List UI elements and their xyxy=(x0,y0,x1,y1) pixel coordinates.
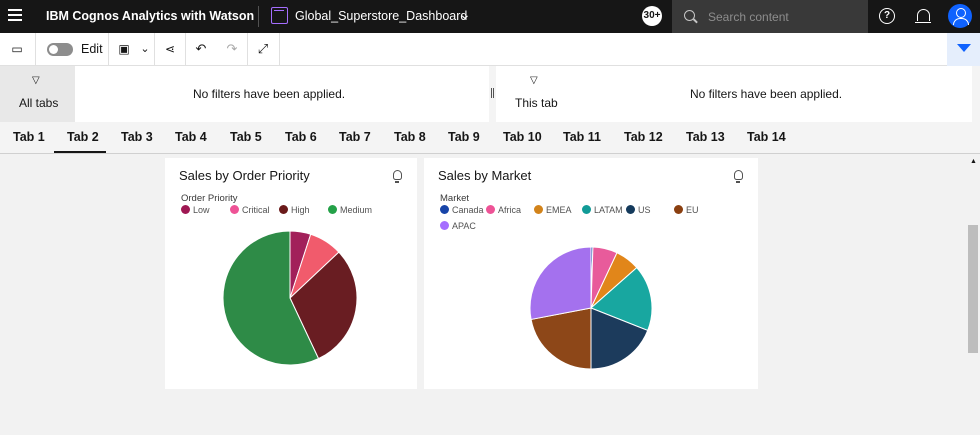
toolbar-divider xyxy=(154,33,155,66)
scroll-thumb[interactable] xyxy=(968,225,978,353)
edit-label: Edit xyxy=(81,42,103,56)
dashboard-toolbar: ▭ Edit ▣ ⌄ ⋖ ↶ ↷ ⤢ xyxy=(0,33,980,66)
all-tabs-filter-area[interactable]: No filters have been applied. xyxy=(75,66,489,122)
chevron-down-icon[interactable]: ⌄ xyxy=(459,6,471,23)
pie-slice-apac[interactable] xyxy=(529,246,592,321)
menu-icon[interactable] xyxy=(8,9,22,23)
pie-chart xyxy=(222,230,358,366)
bell-icon[interactable] xyxy=(915,9,931,23)
share-icon[interactable]: ⋖ xyxy=(162,41,178,57)
no-filters-message: No filters have been applied. xyxy=(690,87,843,101)
pie-chart xyxy=(529,246,653,370)
tab-11[interactable]: Tab 11 xyxy=(563,130,601,144)
tab-9[interactable]: Tab 9 xyxy=(448,130,480,144)
top-header: IBM Cognos Analytics with Watson Global_… xyxy=(0,0,980,33)
header-divider xyxy=(258,6,259,27)
filter-icon xyxy=(530,75,539,87)
toolbar-divider xyxy=(108,33,109,66)
no-filters-message: No filters have been applied. xyxy=(193,87,346,101)
save-icon[interactable]: ▣ xyxy=(116,41,132,57)
tab-14[interactable]: Tab 14 xyxy=(747,130,786,144)
tab-5[interactable]: Tab 5 xyxy=(230,130,262,144)
user-avatar[interactable] xyxy=(948,4,972,28)
tab-1[interactable]: Tab 1 xyxy=(13,130,45,144)
widget-sales-by-market[interactable]: Sales by Market Market Canada Africa EMEA L… xyxy=(424,158,758,389)
all-tabs-label: All tabs xyxy=(19,96,59,110)
filter-toggle-button[interactable] xyxy=(947,33,980,66)
app-title: IBM Cognos Analytics with Watson xyxy=(46,9,255,23)
scroll-up-icon[interactable]: ▲ xyxy=(970,158,977,165)
search-input[interactable] xyxy=(708,8,858,26)
vertical-scrollbar[interactable]: ▲ xyxy=(966,155,980,435)
tab-8[interactable]: Tab 8 xyxy=(394,130,426,144)
tab-12[interactable]: Tab 12 xyxy=(624,130,663,144)
help-icon[interactable]: ? xyxy=(879,8,895,24)
dashboard-canvas: Sales by Order Priority Order Priority L… xyxy=(0,155,966,435)
filter-icon xyxy=(957,44,971,52)
filter-icon xyxy=(32,75,41,87)
this-tab-filter-area[interactable]: This tab No filters have been applied. xyxy=(496,66,972,122)
filter-dock: All tabs No filters have been applied. T… xyxy=(0,66,980,122)
widget-sales-by-order-priority[interactable]: Sales by Order Priority Order Priority L… xyxy=(165,158,417,389)
tab-4[interactable]: Tab 4 xyxy=(175,130,207,144)
comment-icon[interactable]: ▭ xyxy=(9,41,25,57)
toolbar-divider xyxy=(35,33,36,66)
chevron-down-icon[interactable]: ⌄ xyxy=(137,41,153,57)
search-icon xyxy=(684,10,695,21)
edit-toggle[interactable] xyxy=(47,43,73,56)
undo-icon[interactable]: ↶ xyxy=(193,41,209,57)
active-tab-indicator xyxy=(54,151,106,153)
search-box[interactable] xyxy=(672,0,868,33)
notification-count-badge[interactable]: 30+ xyxy=(642,6,662,26)
tab-10[interactable]: Tab 10 xyxy=(503,130,542,144)
tab-13[interactable]: Tab 13 xyxy=(686,130,725,144)
tab-7[interactable]: Tab 7 xyxy=(339,130,371,144)
all-tabs-filter-header[interactable]: All tabs xyxy=(0,66,75,122)
toolbar-divider xyxy=(247,33,248,66)
redo-icon[interactable]: ↷ xyxy=(224,41,240,57)
this-tab-label: This tab xyxy=(515,96,558,110)
expand-icon[interactable]: ⤢ xyxy=(255,41,271,57)
toolbar-divider xyxy=(185,33,186,66)
tab-2[interactable]: Tab 2 xyxy=(67,130,99,144)
resize-handle[interactable] xyxy=(491,88,494,98)
tab-6[interactable]: Tab 6 xyxy=(285,130,317,144)
tab-3[interactable]: Tab 3 xyxy=(121,130,153,144)
dashboard-icon xyxy=(271,7,288,24)
dashboard-name[interactable]: Global_Superstore_Dashboard xyxy=(295,9,467,23)
toolbar-divider xyxy=(279,33,280,66)
tab-strip: Tab 1 Tab 2 Tab 3 Tab 4 Tab 5 Tab 6 Tab … xyxy=(0,122,980,154)
